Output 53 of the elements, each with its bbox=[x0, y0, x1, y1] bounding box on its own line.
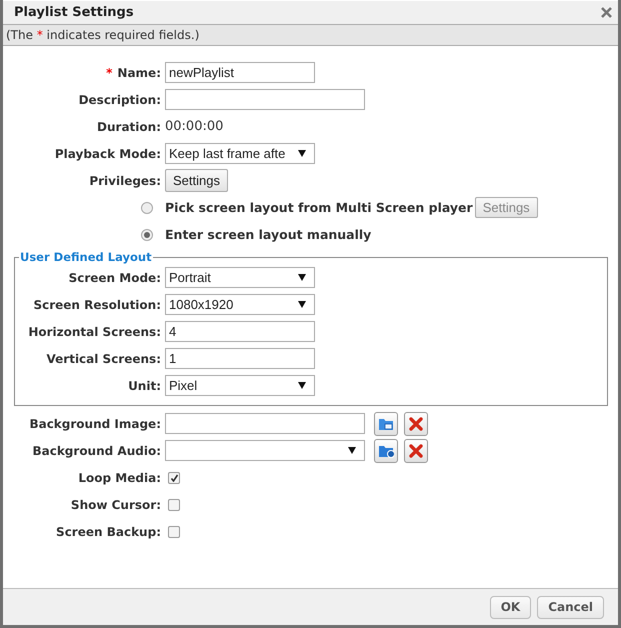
checkbox[interactable] bbox=[168, 526, 180, 538]
field-label: Horizontal Screens: bbox=[28, 324, 161, 338]
radio-label: Pick screen layout from Multi Screen player bbox=[165, 200, 473, 215]
field-label: Unit: bbox=[128, 378, 161, 392]
radio-button[interactable] bbox=[141, 202, 153, 214]
clear-button[interactable] bbox=[404, 412, 428, 436]
cross-icon bbox=[408, 416, 424, 432]
required-asterisk: * bbox=[106, 66, 112, 80]
text-field[interactable]: 4 bbox=[165, 321, 315, 342]
dropdown[interactable] bbox=[165, 440, 365, 461]
dropdown-caret-icon bbox=[298, 382, 306, 389]
dropdown-caret-icon bbox=[298, 150, 306, 157]
field-label: Show Cursor: bbox=[70, 498, 161, 512]
text-field[interactable]: 1 bbox=[165, 348, 315, 369]
dropdown[interactable]: Keep last frame afte bbox=[165, 143, 315, 164]
field-label: Background Image: bbox=[29, 416, 161, 430]
settings-button[interactable]: Settings bbox=[165, 169, 228, 192]
text-field[interactable]: newPlaylist bbox=[165, 62, 315, 83]
dropdown[interactable]: Portrait bbox=[165, 267, 315, 288]
text-field[interactable] bbox=[165, 413, 365, 434]
field-label: Playback Mode: bbox=[54, 146, 161, 160]
field-label: Screen Resolution: bbox=[33, 298, 161, 312]
radio-label: Enter screen layout manually bbox=[165, 227, 372, 242]
field-label: Screen Mode: bbox=[68, 270, 161, 284]
field-label: Background Audio: bbox=[32, 444, 161, 458]
dropdown[interactable]: 1080x1920 bbox=[165, 294, 315, 315]
text-field[interactable] bbox=[165, 89, 365, 110]
browse-button[interactable] bbox=[374, 412, 398, 436]
dropdown-caret-icon bbox=[298, 301, 306, 308]
field-label: Duration: bbox=[97, 120, 161, 134]
required-fields-notice: (The * indicates required fields.) bbox=[6, 28, 200, 42]
ok-button[interactable]: OK bbox=[490, 596, 532, 618]
field-label: Description: bbox=[78, 92, 161, 106]
group-title: User Defined Layout bbox=[19, 250, 153, 264]
dropdown-caret-icon bbox=[348, 447, 356, 454]
cross-icon bbox=[408, 442, 424, 458]
field-label: Vertical Screens: bbox=[46, 352, 161, 366]
dropdown-caret-icon bbox=[298, 274, 306, 281]
dropdown[interactable]: Pixel bbox=[165, 375, 315, 396]
browse-button[interactable] bbox=[374, 438, 398, 462]
duration-value: 00:00:00 bbox=[165, 119, 224, 134]
field-label: Loop Media: bbox=[78, 470, 161, 484]
clear-button[interactable] bbox=[404, 438, 428, 462]
cancel-button[interactable]: Cancel bbox=[537, 596, 604, 618]
field-label: Screen Backup: bbox=[56, 524, 161, 538]
window-title: Playlist Settings bbox=[14, 5, 134, 20]
checkbox[interactable] bbox=[168, 472, 180, 484]
checkbox[interactable] bbox=[168, 498, 180, 510]
radio-button[interactable] bbox=[141, 228, 153, 240]
field-label: Privileges: bbox=[89, 174, 161, 188]
close-icon[interactable] bbox=[601, 7, 612, 18]
field-label: Name: bbox=[117, 66, 161, 80]
checkmark-icon bbox=[170, 474, 178, 482]
